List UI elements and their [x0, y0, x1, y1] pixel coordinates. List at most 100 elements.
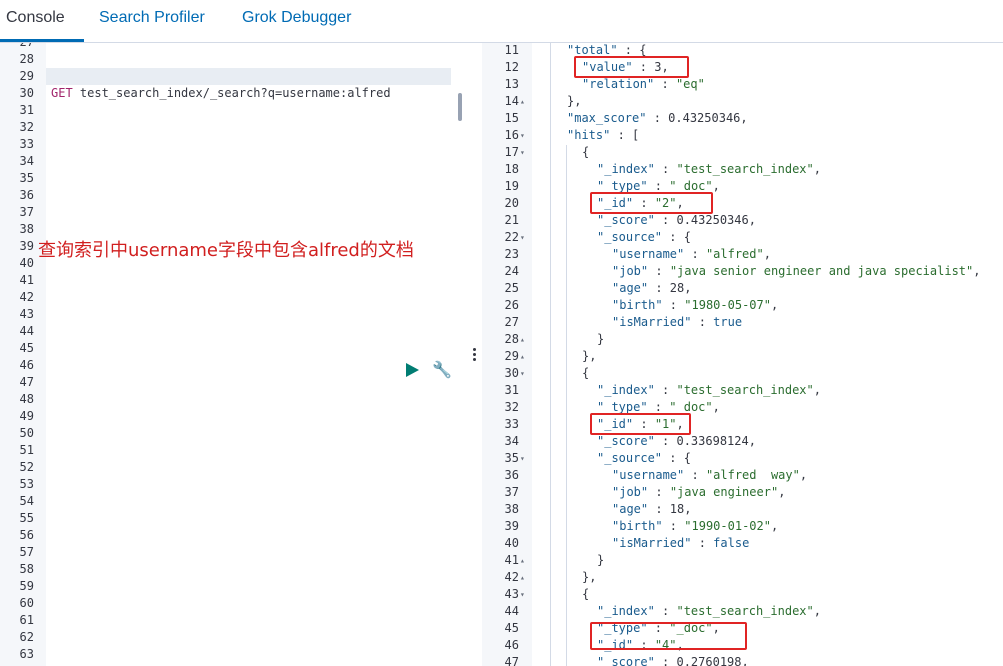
- request-editor[interactable]: 2728 29 30 GET test_search_index/_search?q=…: [0, 43, 468, 666]
- line-number: 33: [19, 137, 34, 151]
- line-number: 52: [19, 460, 34, 474]
- request-line[interactable]: 52: [0, 459, 468, 476]
- play-icon[interactable]: [406, 363, 419, 377]
- fold-close-icon[interactable]: ▴: [520, 569, 525, 586]
- line-number: 30: [504, 366, 519, 380]
- response-line: 34 "_score" : 0.33698124,: [482, 433, 1003, 450]
- line-number: 38: [19, 222, 34, 236]
- request-line[interactable]: 34: [0, 153, 468, 170]
- request-line[interactable]: 30 GET test_search_index/_search?q=userna…: [0, 85, 468, 102]
- response-viewer: 11 "total" : {12 "value" : 3, 13 "relation" …: [482, 43, 1003, 666]
- response-code: "_source" : {: [597, 451, 691, 465]
- response-line: 23 "username" : "alfred",: [482, 246, 1003, 263]
- fold-open-icon[interactable]: ▾: [520, 450, 525, 467]
- line-number: 42: [19, 290, 34, 304]
- request-scrollbar[interactable]: [458, 93, 462, 121]
- tab-search-profiler[interactable]: Search Profiler: [99, 0, 205, 42]
- request-line[interactable]: 58: [0, 561, 468, 578]
- response-code: "relation" : "eq": [582, 77, 705, 91]
- request-line[interactable]: 32: [0, 119, 468, 136]
- request-line[interactable]: 47: [0, 374, 468, 391]
- highlight-box-id-1: [590, 413, 691, 435]
- line-number: 27: [0, 43, 34, 51]
- request-line[interactable]: 33: [0, 136, 468, 153]
- request-line[interactable]: 51: [0, 442, 468, 459]
- response-code: "isMarried" : true: [612, 315, 743, 329]
- request-line[interactable]: 27: [0, 43, 468, 51]
- line-number: 19: [504, 179, 519, 193]
- line-number: 14: [504, 94, 519, 108]
- request-line[interactable]: 56: [0, 527, 468, 544]
- request-line[interactable]: 35: [0, 170, 468, 187]
- line-number: 17: [504, 145, 519, 159]
- response-code: "birth" : "1990-01-02",: [612, 519, 779, 533]
- fold-close-icon[interactable]: ▴: [520, 348, 525, 365]
- request-line[interactable]: 62: [0, 629, 468, 646]
- request-line[interactable]: 60: [0, 595, 468, 612]
- response-code: "isMarried" : false: [612, 536, 750, 550]
- response-code: "_index" : "test_search_index",: [597, 604, 821, 618]
- fold-close-icon[interactable]: ▴: [520, 552, 525, 569]
- fold-open-icon[interactable]: ▾: [520, 144, 525, 161]
- response-code: "_index" : "test_search_index",: [597, 162, 821, 176]
- tab-grok-debugger[interactable]: Grok Debugger: [242, 0, 351, 42]
- highlight-box-id-2: [590, 192, 713, 214]
- line-number: 27: [504, 315, 519, 329]
- request-line[interactable]: 42: [0, 289, 468, 306]
- request-line[interactable]: 53: [0, 476, 468, 493]
- response-code: {: [582, 587, 590, 601]
- request-line[interactable]: 29: [0, 68, 468, 85]
- active-line-highlight: [46, 68, 451, 85]
- tab-console[interactable]: Console: [6, 0, 65, 42]
- request-line[interactable]: 54: [0, 493, 468, 510]
- wrench-icon[interactable]: 🔧: [432, 360, 452, 380]
- fold-close-icon[interactable]: ▴: [520, 93, 525, 110]
- response-line: 26 "birth" : "1980-05-07",: [482, 297, 1003, 314]
- request-line[interactable]: 55: [0, 510, 468, 527]
- fold-open-icon[interactable]: ▾: [520, 127, 525, 144]
- request-line[interactable]: 57: [0, 544, 468, 561]
- response-line: 32 "_type" : "_doc",: [482, 399, 1003, 416]
- line-number: 62: [19, 630, 34, 644]
- request-line[interactable]: 37: [0, 204, 468, 221]
- request-line[interactable]: 44: [0, 323, 468, 340]
- request-line[interactable]: 49: [0, 408, 468, 425]
- request-line[interactable]: 43: [0, 306, 468, 323]
- response-code: "job" : "java engineer",: [612, 485, 786, 499]
- line-number: 39: [504, 519, 519, 533]
- response-code: "age" : 18,: [612, 502, 692, 516]
- line-number: 29: [504, 349, 519, 363]
- line-number: 44: [19, 324, 34, 338]
- request-line[interactable]: 41: [0, 272, 468, 289]
- request-line[interactable]: 45: [0, 340, 468, 357]
- line-number: 34: [19, 154, 34, 168]
- response-code: "_score" : 0.33698124,: [597, 434, 756, 448]
- request-line[interactable]: 31: [0, 102, 468, 119]
- request-line[interactable]: 48: [0, 391, 468, 408]
- line-number: 35: [19, 171, 34, 185]
- fold-open-icon[interactable]: ▾: [520, 586, 525, 603]
- fold-close-icon[interactable]: ▴: [520, 331, 525, 348]
- request-line[interactable]: 28: [0, 51, 468, 68]
- fold-open-icon[interactable]: ▾: [520, 365, 525, 382]
- response-line: 36 "username" : "alfred way",: [482, 467, 1003, 484]
- response-line: 24 "job" : "java senior engineer and java…: [482, 263, 1003, 280]
- response-line: 33 "_id" : "1",: [482, 416, 1003, 433]
- request-line[interactable]: 63: [0, 646, 468, 663]
- drag-handle-icon[interactable]: [473, 348, 476, 363]
- response-line: 31 "_index" : "test_search_index",: [482, 382, 1003, 399]
- line-number: 32: [19, 120, 34, 134]
- line-number: 11: [504, 43, 519, 57]
- request-line[interactable]: 46: [0, 357, 468, 374]
- response-line: 27 "isMarried" : true: [482, 314, 1003, 331]
- response-line: 37 "job" : "java engineer",: [482, 484, 1003, 501]
- request-line[interactable]: 50: [0, 425, 468, 442]
- request-line[interactable]: 61: [0, 612, 468, 629]
- line-number: 31: [504, 383, 519, 397]
- response-line: 41 ▴}: [482, 552, 1003, 569]
- line-number: 36: [504, 468, 519, 482]
- request-line[interactable]: 36: [0, 187, 468, 204]
- request-line[interactable]: 59: [0, 578, 468, 595]
- line-number: 37: [19, 205, 34, 219]
- fold-open-icon[interactable]: ▾: [520, 229, 525, 246]
